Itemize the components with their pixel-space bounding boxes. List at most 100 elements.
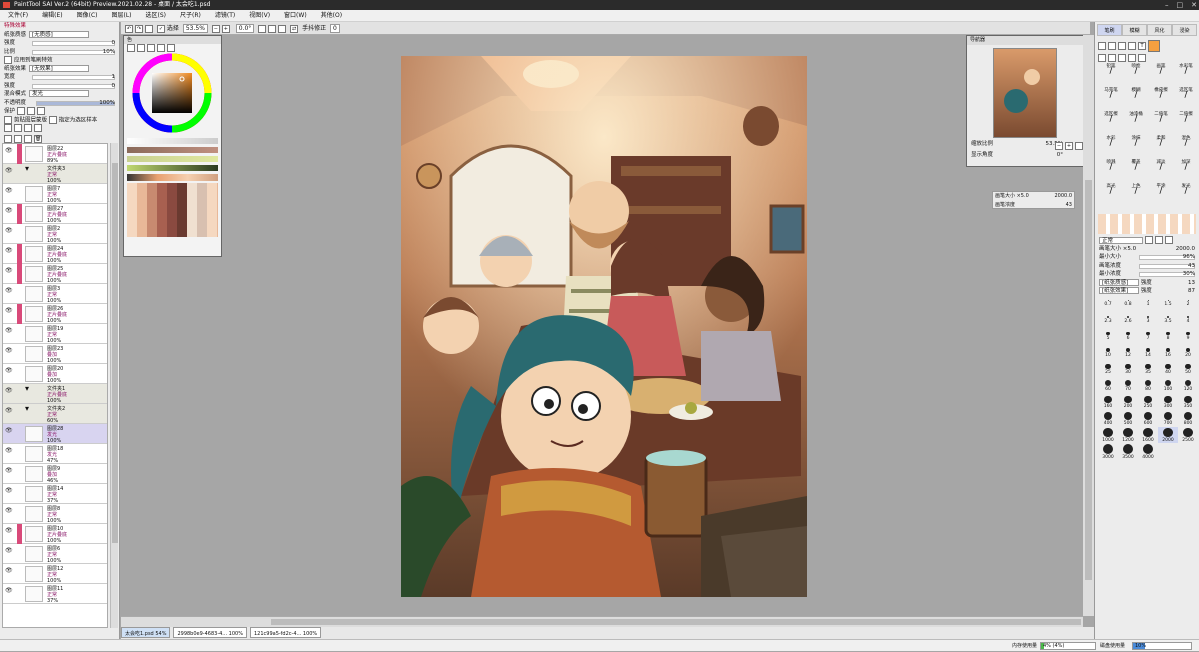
layer-row[interactable]: 👁 图层2 正常 100%: [3, 224, 107, 244]
brush-effect-select[interactable]: [纸张效果]: [1099, 287, 1139, 294]
angle-box[interactable]: 0.0°: [235, 24, 255, 33]
brush-tool-button[interactable]: 模糊 /: [1124, 88, 1148, 108]
brush-size-cell[interactable]: 1: [1138, 299, 1158, 315]
folder-icon[interactable]: ▾: [25, 165, 43, 182]
eye-icon[interactable]: 👁: [5, 588, 13, 594]
swatch-tab[interactable]: [157, 44, 165, 52]
layer-folder[interactable]: 👁 ▾ 文件夹3 正常 100%: [3, 164, 107, 184]
layer-row[interactable]: 👁 图层14 正常 37%: [3, 484, 107, 504]
brush-size-cell[interactable]: 10: [1098, 347, 1118, 363]
brush-size-cell[interactable]: 300: [1158, 395, 1178, 411]
brush-size-cell[interactable]: 30: [1118, 363, 1138, 379]
eye-icon[interactable]: 👁: [5, 288, 13, 294]
eye-icon[interactable]: 👁: [5, 368, 13, 374]
move-lock-icon[interactable]: [36, 107, 45, 115]
brush-size-cell[interactable]: 350: [1178, 395, 1198, 411]
zoom-icon[interactable]: [1108, 54, 1116, 62]
brush-size-cell[interactable]: 3000: [1098, 443, 1118, 460]
file-tab[interactable]: 121c99a5-fd2c-4... 100%: [249, 627, 322, 638]
brush-tool-button[interactable]: 二值擦 /: [1174, 112, 1198, 132]
layer-row[interactable]: 👁 图层18 发光 47%: [3, 444, 107, 464]
brush-tool-button[interactable]: 水彩 /: [1099, 136, 1123, 156]
brush-shape-3[interactable]: [1164, 236, 1173, 244]
brush-tool-button[interactable]: 铅笔 /: [1099, 64, 1123, 84]
brush-size-cell[interactable]: 500: [1118, 411, 1138, 427]
color-slider-4[interactable]: [127, 165, 218, 171]
canvas-hscroll-thumb[interactable]: [271, 619, 1081, 625]
texture-select[interactable]: [纸张质感]: [1099, 278, 1139, 286]
eye-icon[interactable]: 👁: [5, 248, 13, 254]
brush-tool-button[interactable]: 选区笔 /: [1174, 88, 1198, 108]
brush-size-cell[interactable]: 2: [1178, 299, 1198, 315]
brush-tool-button[interactable]: 油漆桶 /: [1124, 112, 1148, 132]
brush-tool-button[interactable]: 二值笔 /: [1149, 112, 1173, 132]
layer-row[interactable]: 👁 图层20 叠加 100%: [3, 364, 107, 384]
layer-folder[interactable]: 👁 ▾ 文件夹2 正常 60%: [3, 404, 107, 424]
new-linework-icon[interactable]: [14, 124, 22, 132]
layer-row[interactable]: 👁 图层10 正片叠底 100%: [3, 524, 107, 544]
deselect-icon[interactable]: [145, 24, 153, 33]
rotate-left-icon[interactable]: [258, 24, 267, 33]
brush-tool-button[interactable]: 覆盖 /: [1124, 160, 1148, 180]
eye-icon[interactable]: 👁: [5, 328, 13, 334]
color-swatches-bar[interactable]: [1098, 214, 1196, 234]
folder-icon[interactable]: ▾: [25, 405, 43, 422]
redo-icon[interactable]: ↷: [135, 24, 143, 33]
layer-row[interactable]: 👁 图层24 正片叠底 100%: [3, 244, 107, 264]
canvas-vertical-scrollbar[interactable]: [1083, 35, 1094, 616]
stabilizer-select[interactable]: 0: [330, 24, 340, 33]
layer-row[interactable]: 👁 图层26 正片叠底 100%: [3, 304, 107, 324]
brush-size-cell[interactable]: 4: [1178, 315, 1198, 331]
brush-size-cell[interactable]: 1.5: [1158, 299, 1178, 315]
brush-size-cell[interactable]: 2.6: [1118, 315, 1138, 331]
hsv-slider-tab[interactable]: [147, 44, 155, 52]
color-slider-2[interactable]: [127, 147, 218, 153]
flip-icon[interactable]: ⇄: [290, 24, 299, 33]
menu-selection[interactable]: 选区(S): [146, 10, 167, 21]
maximize-icon[interactable]: □: [1177, 0, 1184, 10]
brush-lock-icon[interactable]: [26, 107, 35, 115]
effect-select[interactable]: [无效果]: [29, 64, 90, 72]
brush-size-cell[interactable]: 0.8: [1118, 299, 1138, 315]
paper-texture-select[interactable]: [无质感]: [29, 30, 90, 38]
color-wheel-tab[interactable]: [127, 44, 135, 52]
nav-zoom-reset-icon[interactable]: [1075, 142, 1083, 150]
brush-size-cell[interactable]: 2500: [1178, 427, 1198, 443]
color-slider-3[interactable]: [127, 156, 218, 162]
brush-size-cell[interactable]: 70: [1118, 379, 1138, 395]
brush-tool-button[interactable]: 喷溅 /: [1099, 160, 1123, 180]
eye-icon[interactable]: 👁: [5, 508, 13, 514]
nav-zoom-out-icon[interactable]: −: [1055, 142, 1063, 150]
brush-size-cell[interactable]: 2000: [1158, 426, 1178, 443]
file-tab[interactable]: 2998b0e9-4683-4... 100%: [173, 627, 247, 638]
brush-tool-button[interactable]: 减淡 /: [1149, 160, 1173, 180]
eye-icon[interactable]: 👁: [5, 388, 13, 394]
swatch-grid[interactable]: [127, 183, 218, 237]
brush-size-cell[interactable]: 80: [1138, 379, 1158, 395]
layer-row[interactable]: 👁 图层11 正常 37%: [3, 584, 107, 604]
brush-tool-button[interactable]: 高光 /: [1099, 184, 1123, 204]
brush-size-cell[interactable]: 4000: [1138, 443, 1158, 460]
reset-rotation-icon[interactable]: [278, 24, 287, 33]
eye-icon[interactable]: 👁: [5, 268, 13, 274]
brush-tool-button[interactable]: 选区擦 /: [1099, 112, 1123, 132]
brush-size-cell[interactable]: 700: [1158, 411, 1178, 427]
width-slider[interactable]: [32, 75, 115, 80]
brush-size-cell[interactable]: 25: [1098, 363, 1118, 379]
brush-tool-button[interactable]: 马克笔 /: [1099, 88, 1123, 108]
layer-row[interactable]: 👁 图层9 叠加 46%: [3, 464, 107, 484]
layer-scrollbar-thumb[interactable]: [112, 163, 118, 543]
layer-row[interactable]: 👁 图层22 正片叠底 89%: [3, 144, 107, 164]
eyedropper-icon[interactable]: [1128, 42, 1136, 50]
brush-size-cell[interactable]: 50: [1178, 363, 1198, 379]
zoom-in-icon[interactable]: +: [221, 24, 230, 33]
brush-tool-button[interactable]: 喷枪 /: [1124, 64, 1148, 84]
eye-icon[interactable]: 👁: [5, 168, 13, 174]
brush-size-cell[interactable]: 7: [1138, 331, 1158, 347]
eye-icon[interactable]: 👁: [5, 208, 13, 214]
minimize-icon[interactable]: –: [1165, 0, 1169, 10]
eye-icon[interactable]: 👁: [5, 548, 13, 554]
hand-icon[interactable]: [1128, 54, 1136, 62]
brush-tool-button[interactable]: 柔和 /: [1149, 136, 1173, 156]
eye-icon[interactable]: 👁: [5, 528, 13, 534]
